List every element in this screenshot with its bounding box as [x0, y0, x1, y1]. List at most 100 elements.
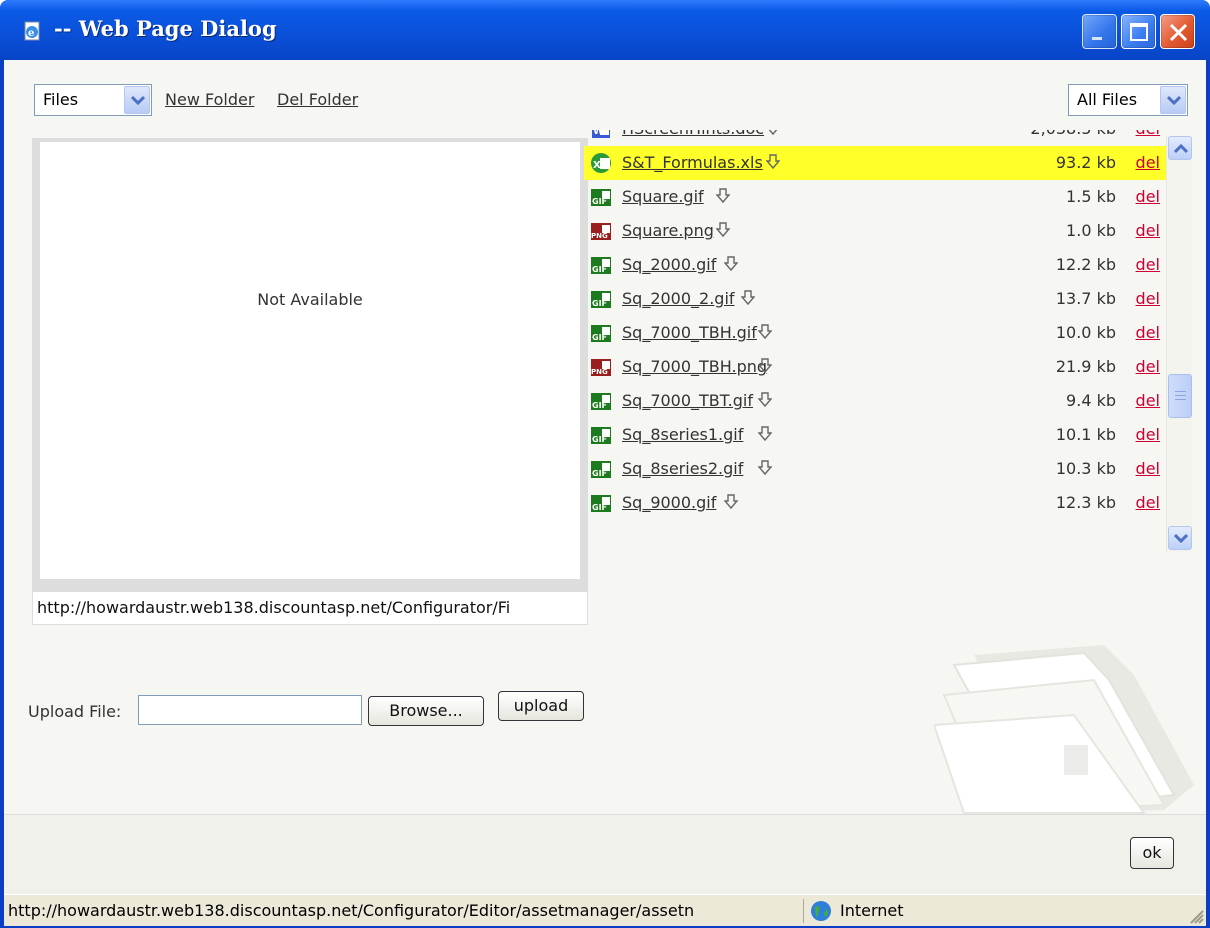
selected-file-url[interactable]: http://howardaustr.web138.discountasp.ne…: [32, 591, 588, 625]
png-file-icon: PNG: [591, 359, 611, 376]
download-arrow-icon[interactable]: [716, 188, 730, 204]
download-arrow-icon[interactable]: [741, 290, 755, 306]
download-arrow-icon[interactable]: [716, 222, 730, 238]
file-row[interactable]: GIF Sq_9000.gif 12.3 kb del: [584, 486, 1166, 520]
file-size: 1.0 kb: [1066, 221, 1116, 240]
gif-file-icon: GIF: [591, 495, 611, 512]
file-size: 2,038.5 kb: [1030, 130, 1116, 138]
file-name-link[interactable]: Sq_8series2.gif: [622, 459, 743, 478]
file-filter-value: All Files: [1077, 90, 1138, 109]
file-name-link[interactable]: Sq_8series1.gif: [622, 425, 743, 444]
maximize-button[interactable]: [1121, 14, 1156, 49]
file-row[interactable]: GIF Sq_2000.gif 12.2 kb del: [584, 248, 1166, 282]
security-zone: Internet: [810, 898, 1110, 924]
file-name-link[interactable]: Sq_2000_2.gif: [622, 289, 735, 308]
file-size: 10.3 kb: [1055, 459, 1116, 478]
file-row[interactable]: GIF Sq_7000_TBT.gif 9.4 kb del: [584, 384, 1166, 418]
file-name-link[interactable]: S&T_Formulas.xls: [622, 153, 763, 172]
file-size: 12.3 kb: [1055, 493, 1116, 512]
dialog-window: e -- Web Page Dialog Files New Folder De…: [0, 0, 1210, 928]
upload-file-input[interactable]: [138, 695, 362, 725]
scroll-up-button[interactable]: [1168, 136, 1192, 160]
download-arrow-icon[interactable]: [758, 358, 772, 374]
preview-area: Not Available: [40, 142, 580, 579]
download-arrow-icon[interactable]: [758, 324, 772, 340]
file-filter-arrow[interactable]: [1160, 86, 1186, 114]
file-row[interactable]: GIF Sq_8series2.gif 10.3 kb del: [584, 452, 1166, 486]
file-name-link[interactable]: Sq_9000.gif: [622, 493, 716, 512]
download-arrow-icon[interactable]: [724, 494, 738, 510]
delete-file-link[interactable]: del: [1136, 153, 1160, 172]
gif-file-icon: GIF: [591, 257, 611, 274]
scroll-thumb[interactable]: [1168, 374, 1192, 418]
file-name-link[interactable]: HScreenHints.doc: [622, 130, 764, 138]
delete-file-link[interactable]: del: [1136, 425, 1160, 444]
folder-select-value: Files: [43, 90, 79, 109]
delete-file-link[interactable]: del: [1136, 130, 1160, 138]
file-row[interactable]: PNG Square.png 1.0 kb del: [584, 214, 1166, 248]
file-row[interactable]: W HScreenHints.doc 2,038.5 kb del: [584, 130, 1166, 146]
file-filter-select[interactable]: All Files: [1068, 84, 1188, 116]
browse-button[interactable]: Browse...: [368, 696, 484, 726]
file-row[interactable]: GIF Square.gif 1.5 kb del: [584, 180, 1166, 214]
file-size: 13.7 kb: [1055, 289, 1116, 308]
upload-button[interactable]: upload: [498, 691, 584, 721]
file-name-link[interactable]: Sq_7000_TBT.gif: [622, 391, 753, 410]
file-list-scrollbar[interactable]: [1166, 136, 1192, 552]
download-arrow-icon[interactable]: [724, 256, 738, 272]
folder-select-arrow[interactable]: [124, 86, 150, 114]
gif-file-icon: GIF: [591, 291, 611, 308]
svg-text:GIF: GIF: [592, 503, 607, 512]
file-list: W HScreenHints.doc 2,038.5 kb del X S&T_Formu…: [584, 130, 1166, 552]
svg-text:GIF: GIF: [592, 299, 607, 308]
resize-grip-icon[interactable]: [1186, 906, 1204, 924]
ie-page-icon: e: [24, 21, 40, 41]
file-size: 12.2 kb: [1055, 255, 1116, 274]
file-name-link[interactable]: Sq_7000_TBH.png: [622, 357, 767, 376]
file-name-link[interactable]: Sq_7000_TBH.gif: [622, 323, 757, 342]
file-row[interactable]: GIF Sq_8series1.gif 10.1 kb del: [584, 418, 1166, 452]
delete-file-link[interactable]: del: [1136, 323, 1160, 342]
title-bar[interactable]: e -- Web Page Dialog: [0, 0, 1210, 60]
delete-file-link[interactable]: del: [1136, 493, 1160, 512]
gif-file-icon: GIF: [591, 393, 611, 410]
ok-button[interactable]: ok: [1130, 837, 1174, 869]
minimize-button[interactable]: [1082, 14, 1117, 49]
delete-file-link[interactable]: del: [1136, 459, 1160, 478]
close-button[interactable]: [1160, 14, 1195, 49]
chevron-down-icon: [1167, 95, 1181, 106]
file-row[interactable]: GIF Sq_7000_TBH.gif 10.0 kb del: [584, 316, 1166, 350]
globe-icon: [811, 901, 831, 921]
delete-file-link[interactable]: del: [1136, 187, 1160, 206]
delete-file-link[interactable]: del: [1136, 357, 1160, 376]
upload-label: Upload File:: [28, 702, 122, 721]
download-arrow-icon[interactable]: [758, 392, 772, 408]
del-folder-link[interactable]: Del Folder: [277, 90, 358, 109]
svg-text:PNG: PNG: [591, 368, 608, 376]
folder-select[interactable]: Files: [34, 84, 152, 116]
status-bar: http://howardaustr.web138.discountasp.ne…: [4, 894, 1206, 926]
file-name-link[interactable]: Sq_2000.gif: [622, 255, 716, 274]
delete-file-link[interactable]: del: [1136, 221, 1160, 240]
delete-file-link[interactable]: del: [1136, 255, 1160, 274]
new-folder-link[interactable]: New Folder: [165, 90, 254, 109]
file-row[interactable]: X S&T_Formulas.xls 93.2 kb del: [584, 146, 1166, 180]
delete-file-link[interactable]: del: [1136, 289, 1160, 308]
scroll-down-button[interactable]: [1168, 526, 1192, 550]
download-arrow-icon[interactable]: [758, 460, 772, 476]
gif-file-icon: GIF: [591, 427, 611, 444]
preview-panel: Not Available: [32, 138, 588, 591]
download-arrow-icon[interactable]: [766, 130, 780, 136]
chevron-up-icon: [1174, 143, 1188, 154]
file-name-link[interactable]: Square.gif: [622, 187, 704, 206]
svg-text:W: W: [593, 130, 604, 137]
download-arrow-icon[interactable]: [766, 154, 780, 170]
status-url: http://howardaustr.web138.discountasp.ne…: [8, 899, 804, 923]
dialog-client-area: Files New Folder Del Folder All Files No…: [4, 60, 1206, 894]
file-name-link[interactable]: Square.png: [622, 221, 714, 240]
delete-file-link[interactable]: del: [1136, 391, 1160, 410]
download-arrow-icon[interactable]: [758, 426, 772, 442]
file-row[interactable]: PNG Sq_7000_TBH.png 21.9 kb del: [584, 350, 1166, 384]
svg-text:X: X: [593, 160, 601, 171]
file-row[interactable]: GIF Sq_2000_2.gif 13.7 kb del: [584, 282, 1166, 316]
